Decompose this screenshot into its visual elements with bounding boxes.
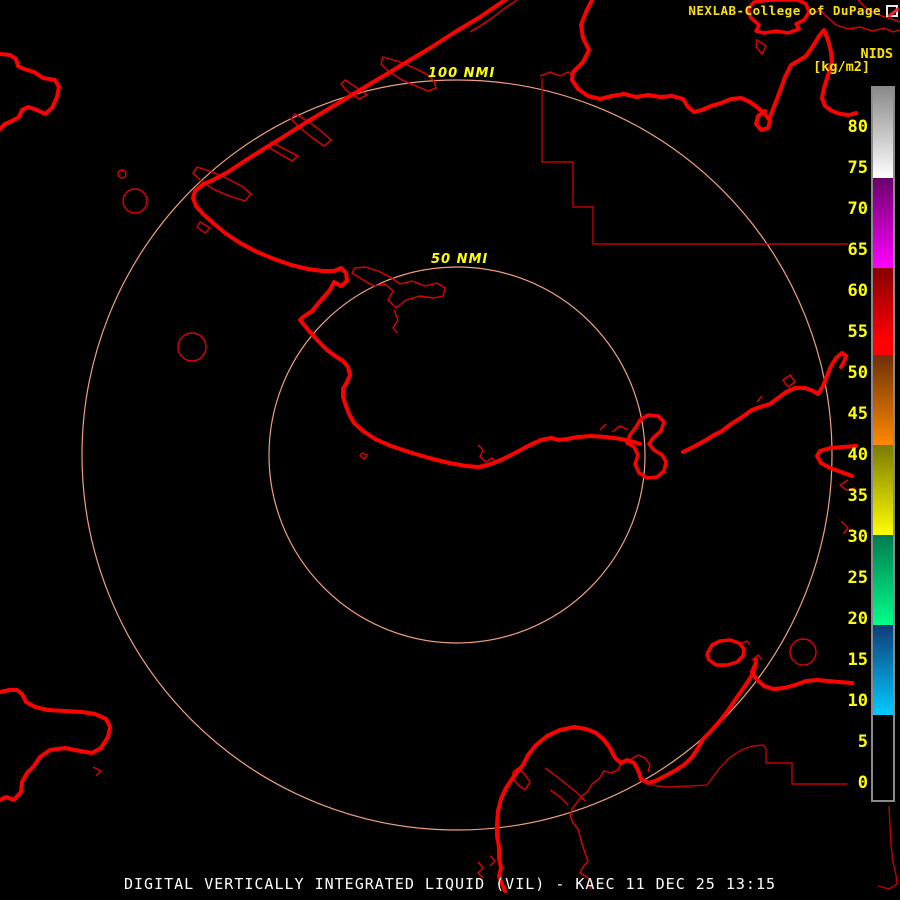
legend-tick-55: 55 (847, 322, 868, 342)
legend-tick-35: 35 (847, 486, 868, 506)
lagoon-left-of-coast (539, 71, 574, 77)
coast-bottomleft (0, 688, 112, 802)
legend-tick-30: 30 (847, 527, 868, 547)
radar-display: 80 75 70 65 60 55 50 45 40 35 30 25 20 15 10 5 0 NEXLAB-… (0, 0, 900, 900)
map-canvas (0, 0, 900, 893)
header: NEXLAB-College of DuPage (688, 3, 898, 18)
coast-thick-oval (705, 638, 746, 667)
legend-tick-75: 75 (847, 158, 868, 178)
college-of-dupage-logo-icon (886, 4, 898, 17)
legend-tick-0: 0 (857, 773, 868, 793)
coast-bottom-blob (495, 688, 744, 893)
legend-tick-45: 45 (847, 404, 868, 424)
reflectivity-colorbar (871, 86, 895, 802)
boundary-topright-steps (541, 78, 848, 245)
legend-tick-25: 25 (847, 568, 868, 588)
estuary-1 (477, 444, 498, 464)
coast-topright-main (570, 0, 772, 132)
lake-dot (117, 169, 127, 179)
blob-squiggle-2 (489, 855, 496, 867)
blob-river (569, 761, 623, 890)
barrier-inner-1 (469, 0, 518, 33)
central-bay-hook (392, 309, 399, 334)
coastlines (0, 0, 858, 893)
legend-title-block: NIDS [kg/m2] (813, 47, 893, 75)
bottomleft-tick (92, 766, 103, 777)
lake-circle-left-lower (177, 332, 207, 362)
coastline-detail (92, 0, 900, 890)
topright-inlet (755, 38, 767, 56)
lake-circle-right (789, 638, 817, 666)
legend-tick-15: 15 (847, 650, 868, 670)
blob-wetland-2 (549, 789, 569, 806)
lagoon-3 (196, 221, 212, 234)
lake-circle-left-upper (122, 188, 148, 214)
legend-tick-50: 50 (847, 363, 868, 383)
blob-wetland-1 (544, 767, 586, 802)
ne-line-loop (782, 374, 796, 388)
central-bay (351, 266, 446, 309)
estuary-2 (599, 423, 629, 433)
ring-label-100nmi: 100 NMI (428, 66, 496, 81)
legend-tick-5: 5 (857, 732, 868, 752)
ne-line-tick (756, 395, 763, 403)
ring-50nmi (268, 266, 646, 644)
legend-tick-10: 10 (847, 691, 868, 711)
tiny-island (359, 452, 369, 460)
legend-tick-40: 40 (847, 445, 868, 465)
ring-label-50nmi: 50 NMI (431, 252, 489, 267)
coast-topleft-corner (0, 52, 61, 131)
legend-tick-65: 65 (847, 240, 868, 260)
boundary-bottomright-steps (640, 744, 847, 788)
status-caption: DIGITAL VERTICALLY INTEGRATED LIQUID (VI… (124, 875, 776, 893)
legend-units: [kg/m2] (813, 59, 870, 75)
legend-tick-70: 70 (847, 199, 868, 219)
coast-south-blob (625, 413, 668, 480)
header-title: NEXLAB-College of DuPage (688, 3, 881, 18)
legend-tick-80: 80 (847, 117, 868, 137)
legend-tick-60: 60 (847, 281, 868, 301)
legend-tick-20: 20 (847, 609, 868, 629)
